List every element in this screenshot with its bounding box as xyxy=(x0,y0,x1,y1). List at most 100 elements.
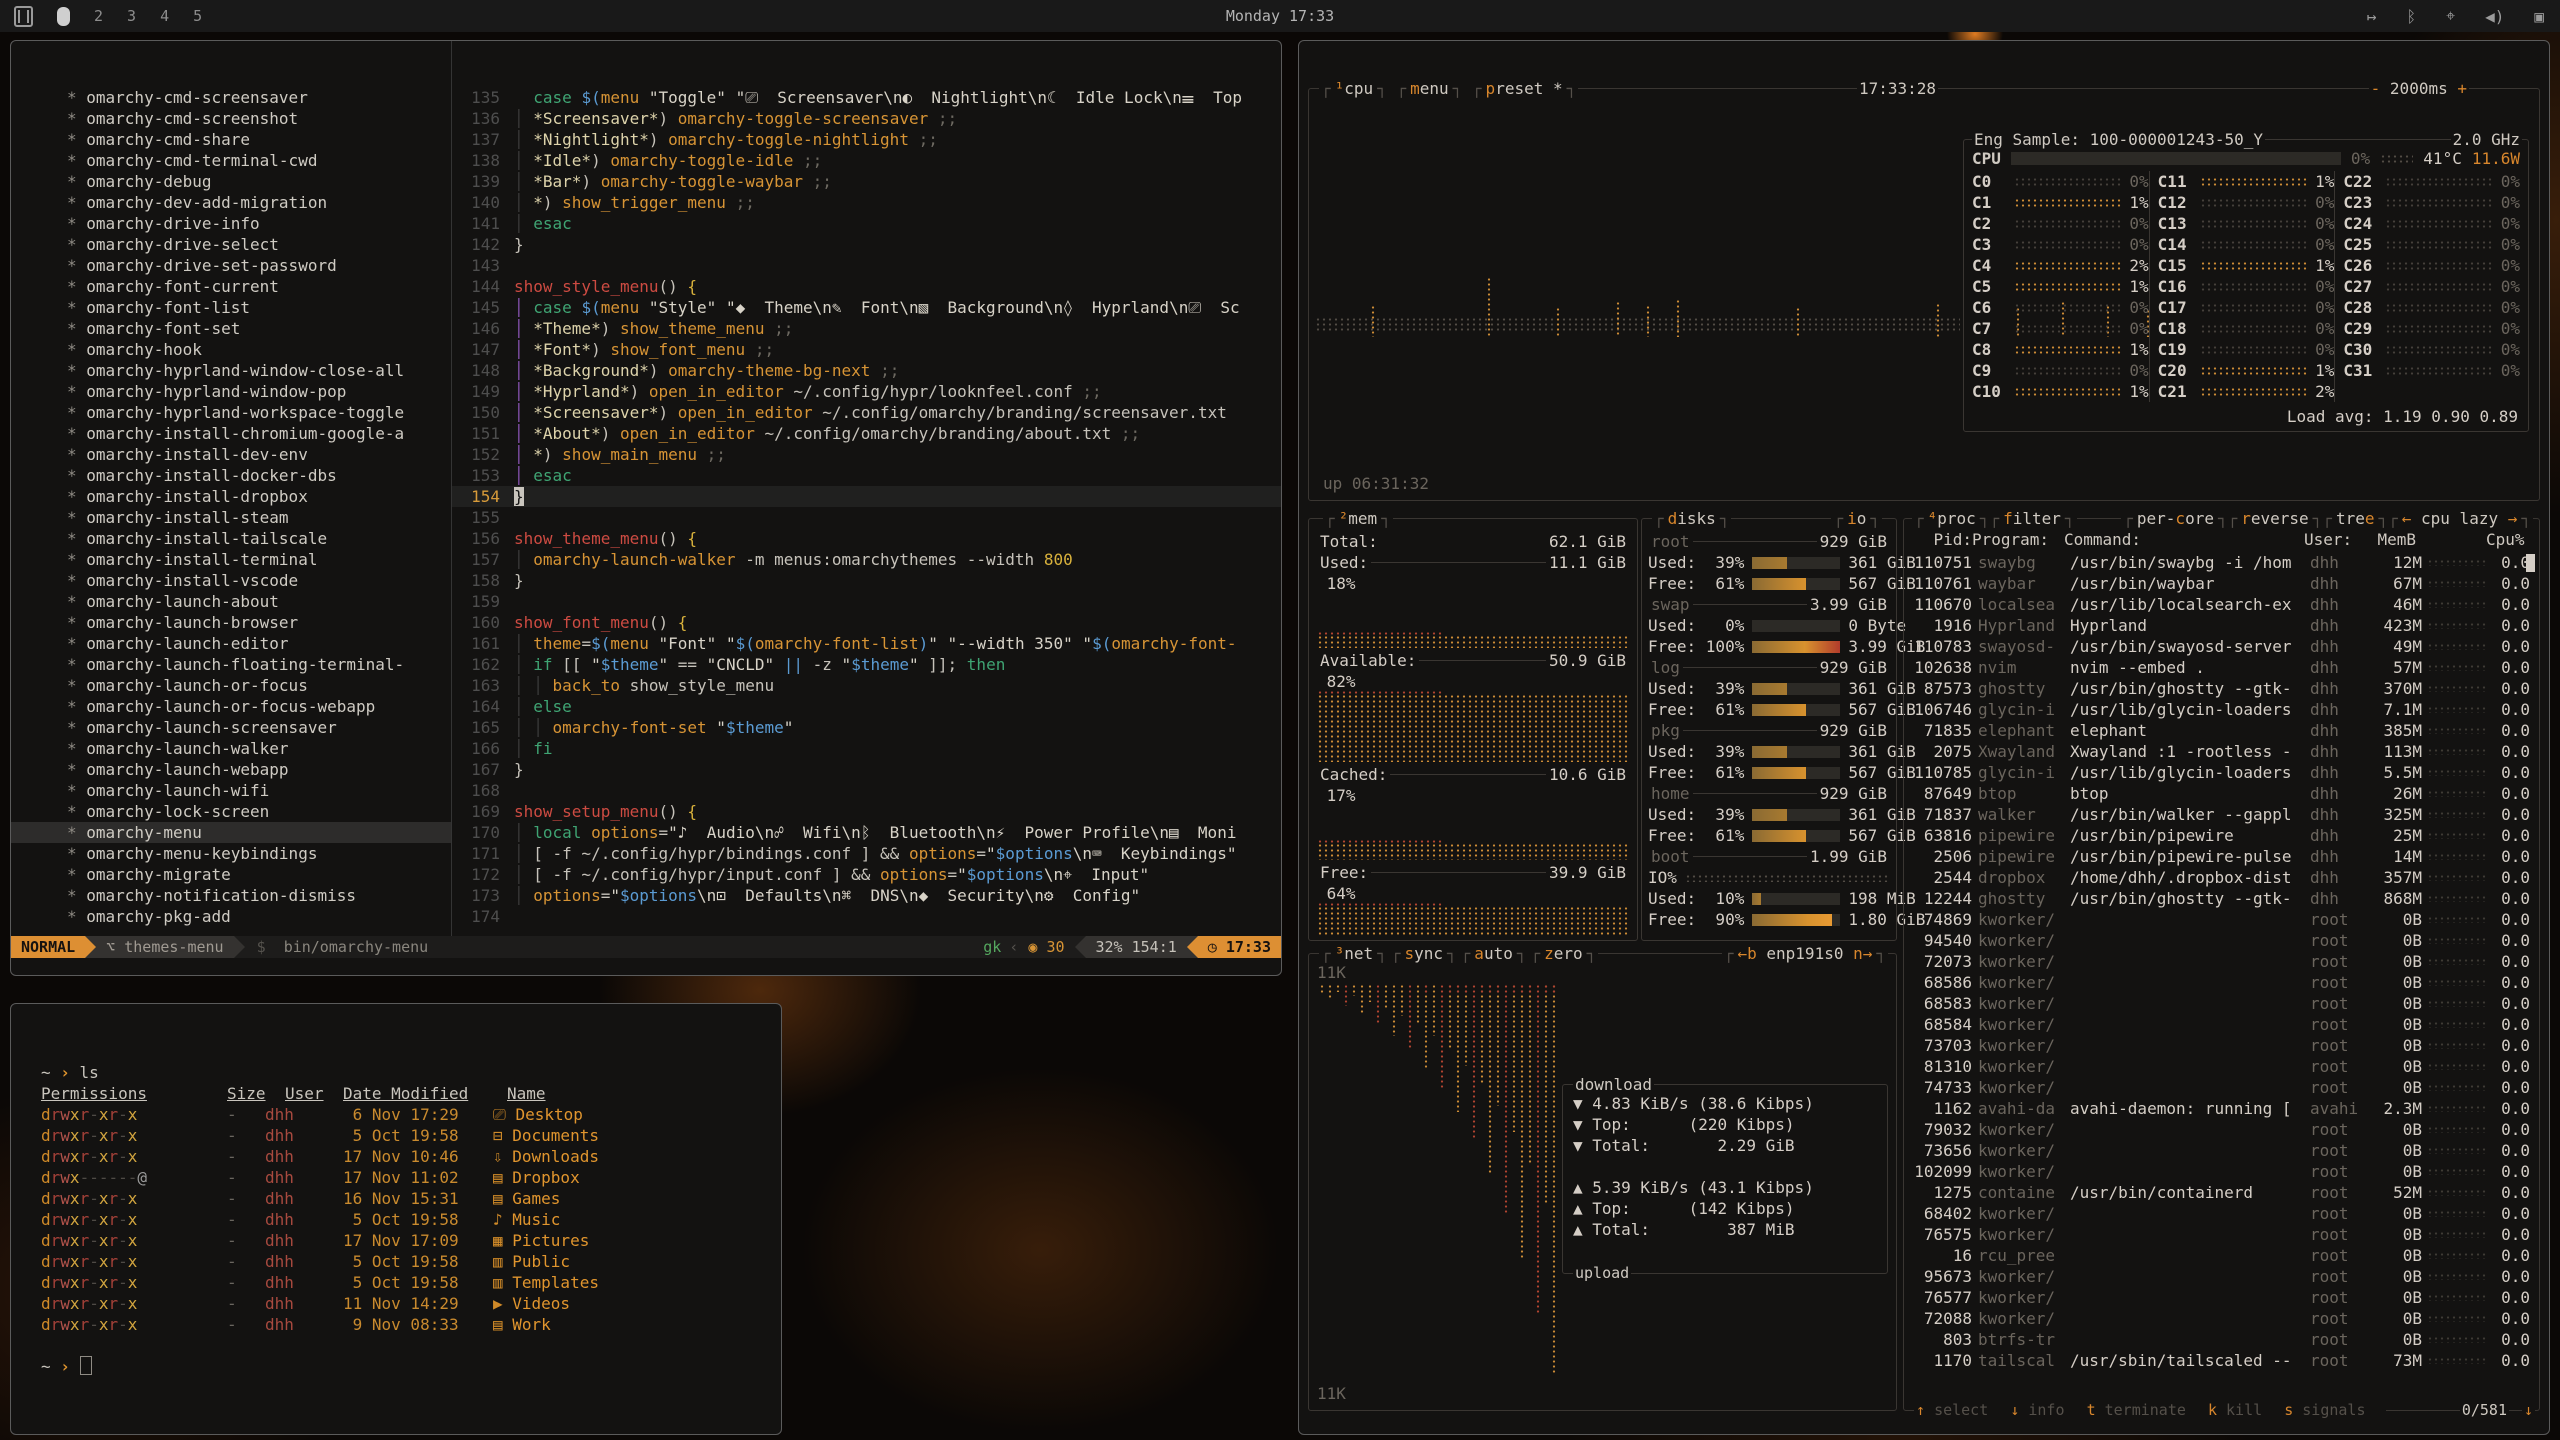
column-header[interactable]: Size xyxy=(227,1083,285,1104)
file-name[interactable]: omarchy-install-dropbox xyxy=(86,487,308,506)
core-graph[interactable] xyxy=(2385,345,2492,354)
disk-used-row[interactable]: Used: 39%361 GiB xyxy=(1648,804,1890,825)
line-number[interactable]: 147 xyxy=(452,339,514,360)
bullet-icon[interactable]: * xyxy=(67,634,86,653)
core-graph[interactable] xyxy=(2200,345,2307,354)
folder-icon[interactable]: ▤ xyxy=(493,1315,512,1334)
user[interactable]: dhh xyxy=(265,1104,343,1125)
line-number[interactable]: 172 xyxy=(452,864,514,885)
core-column[interactable]: C220%C230%C240%C250%C260%C270%C280%C290%… xyxy=(2334,171,2520,402)
per-core-toggle[interactable]: per-core xyxy=(2135,508,2216,529)
reverse-toggle[interactable]: reverse xyxy=(2239,508,2310,529)
file-name[interactable]: omarchy-launch-about xyxy=(86,592,279,611)
line-number[interactable]: 154 xyxy=(452,486,514,507)
core-graph[interactable] xyxy=(2200,387,2307,396)
user[interactable]: dhh xyxy=(265,1293,343,1314)
line-number[interactable]: 166 xyxy=(452,738,514,759)
core-row[interactable]: C111% xyxy=(2158,171,2335,192)
column-header[interactable]: Name xyxy=(507,1084,546,1103)
core-graph[interactable] xyxy=(2385,303,2492,312)
table-row[interactable]: drwx------@-dhh17 Nov 11:02▤ Dropbox xyxy=(41,1167,599,1188)
list-item[interactable]: * omarchy-launch-floating-terminal- xyxy=(11,654,451,675)
core-graph[interactable] xyxy=(2200,219,2307,228)
core-row[interactable]: C140% xyxy=(2158,234,2335,255)
file-name[interactable]: omarchy-font-list xyxy=(86,298,250,317)
list-item[interactable]: * omarchy-font-list xyxy=(11,297,451,318)
permissions[interactable]: drwxr-xr-x xyxy=(41,1230,227,1251)
net-graph-bar[interactable] xyxy=(1487,984,1493,1174)
core-row[interactable]: C310% xyxy=(2343,360,2520,381)
user[interactable]: dhh xyxy=(265,1167,343,1188)
line-number[interactable]: 168 xyxy=(452,780,514,801)
bullet-icon[interactable]: * xyxy=(67,487,86,506)
code-line[interactable]: 161│ theme=$(menu "Font" "$(omarchy-font… xyxy=(452,633,1281,654)
process-row[interactable]: 2506pipewire/usr/bin/pipewire-pulsedhh14… xyxy=(1910,846,2533,867)
line-number[interactable]: 157 xyxy=(452,549,514,570)
permissions[interactable]: drwxr-xr-x xyxy=(41,1314,227,1335)
list-item[interactable]: * omarchy-notification-dismiss xyxy=(11,885,451,906)
net-graph-bar[interactable] xyxy=(1375,984,1381,1024)
mem-tab[interactable]: ┌²mem┐ xyxy=(1323,508,1393,529)
net-graph-bar[interactable] xyxy=(1335,984,1341,992)
net-graph-bar[interactable] xyxy=(1391,984,1397,1036)
code-text[interactable]: │ local options="♪ Audio\n☍ Wifi\nᛒ Blue… xyxy=(514,822,1236,843)
file-name[interactable]: omarchy-launch-or-focus-webapp xyxy=(86,697,375,716)
disk-io-row[interactable]: IO% xyxy=(1648,867,1890,888)
list-item[interactable]: * omarchy-hyprland-workspace-toggle xyxy=(11,402,451,423)
list-item[interactable]: * omarchy-font-current xyxy=(11,276,451,297)
process-row[interactable]: 1275containe/usr/bin/containerdroot52M0.… xyxy=(1910,1182,2533,1203)
core-row[interactable]: C20% xyxy=(1972,213,2149,234)
code-line[interactable]: 167} xyxy=(452,759,1281,780)
size[interactable]: - xyxy=(227,1209,265,1230)
user[interactable]: dhh xyxy=(265,1146,343,1167)
net-graph-bar[interactable] xyxy=(1367,984,1373,1002)
list-item[interactable]: * omarchy-launch-walker xyxy=(11,738,451,759)
code-text[interactable]: │ *) show_main_menu ;; xyxy=(514,444,726,465)
core-graph[interactable] xyxy=(2385,324,2492,333)
process-row[interactable]: 76575kworker/root0B0.0 xyxy=(1910,1224,2533,1245)
net-tab-sync[interactable]: ┌sync┐ xyxy=(1389,944,1459,963)
disk-name-row[interactable]: pkg929 GiB xyxy=(1648,720,1890,741)
folder-icon[interactable]: ♪ xyxy=(493,1210,512,1229)
core-graph[interactable] xyxy=(2014,324,2121,333)
entry-name[interactable]: Documents xyxy=(512,1126,599,1145)
line-number[interactable]: 165 xyxy=(452,717,514,738)
code-text[interactable]: } xyxy=(514,486,524,507)
code-text[interactable]: │ *Screensaver*) omarchy-toggle-screensa… xyxy=(514,108,957,129)
file-name[interactable]: omarchy-pkg-add xyxy=(86,907,231,926)
core-graph[interactable] xyxy=(2014,345,2121,354)
file-name[interactable]: omarchy-lock-screen xyxy=(86,802,269,821)
process-row[interactable]: 95673kworker/root0B0.0 xyxy=(1910,1266,2533,1287)
file-name[interactable]: omarchy-menu xyxy=(86,823,202,842)
table-row[interactable]: drwxr-xr-x-dhh 5 Oct 19:58▥ Templates xyxy=(41,1272,599,1293)
process-row[interactable]: 106746glycin-i/usr/lib/glycin-loadersdhh… xyxy=(1910,699,2533,720)
user[interactable]: dhh xyxy=(265,1314,343,1335)
code-line[interactable]: 138│ *Idle*) omarchy-toggle-idle ;; xyxy=(452,150,1281,171)
code-text[interactable]: show_font_menu() { xyxy=(514,612,687,633)
entry-name[interactable]: Dropbox xyxy=(512,1168,579,1187)
line-number[interactable]: 159 xyxy=(452,591,514,612)
core-graph[interactable] xyxy=(2200,240,2307,249)
sort-column-Pid[interactable]: Pid: xyxy=(1910,529,1972,550)
file-name[interactable]: omarchy-install-chromium-google-a xyxy=(86,424,404,443)
user[interactable]: dhh xyxy=(265,1188,343,1209)
list-item[interactable]: * omarchy-install-terminal xyxy=(11,549,451,570)
bullet-icon[interactable]: * xyxy=(67,130,86,149)
process-row[interactable]: 803btrfs-trroot0B0.0 xyxy=(1910,1329,2533,1350)
logout-icon[interactable]: ↦ xyxy=(2367,7,2377,26)
code-text[interactable]: show_setup_menu() { xyxy=(514,801,697,822)
process-row[interactable]: 68583kworker/root0B0.0 xyxy=(1910,993,2533,1014)
mem-graph[interactable] xyxy=(1317,843,1629,860)
sort-nav[interactable]: ← cpu lazy → xyxy=(2400,508,2520,529)
process-row[interactable]: 87573ghostty/usr/bin/ghostty --gtk-dhh37… xyxy=(1910,678,2533,699)
column-header[interactable]: User xyxy=(285,1083,343,1104)
interval-plus-button[interactable]: + xyxy=(2457,79,2467,98)
code-text[interactable]: │ else xyxy=(514,696,572,717)
bullet-icon[interactable]: * xyxy=(67,823,86,842)
date-modified[interactable]: 9 Nov 08:33 xyxy=(343,1314,493,1335)
tab-proc[interactable]: ⁴proc xyxy=(1926,508,1978,529)
disk-free-row[interactable]: Free: 61%567 GiB xyxy=(1648,573,1890,594)
bullet-icon[interactable]: * xyxy=(67,298,86,317)
disk-name-row[interactable]: swap3.99 GiB xyxy=(1648,594,1890,615)
net-graph-bar[interactable] xyxy=(1319,984,1325,994)
